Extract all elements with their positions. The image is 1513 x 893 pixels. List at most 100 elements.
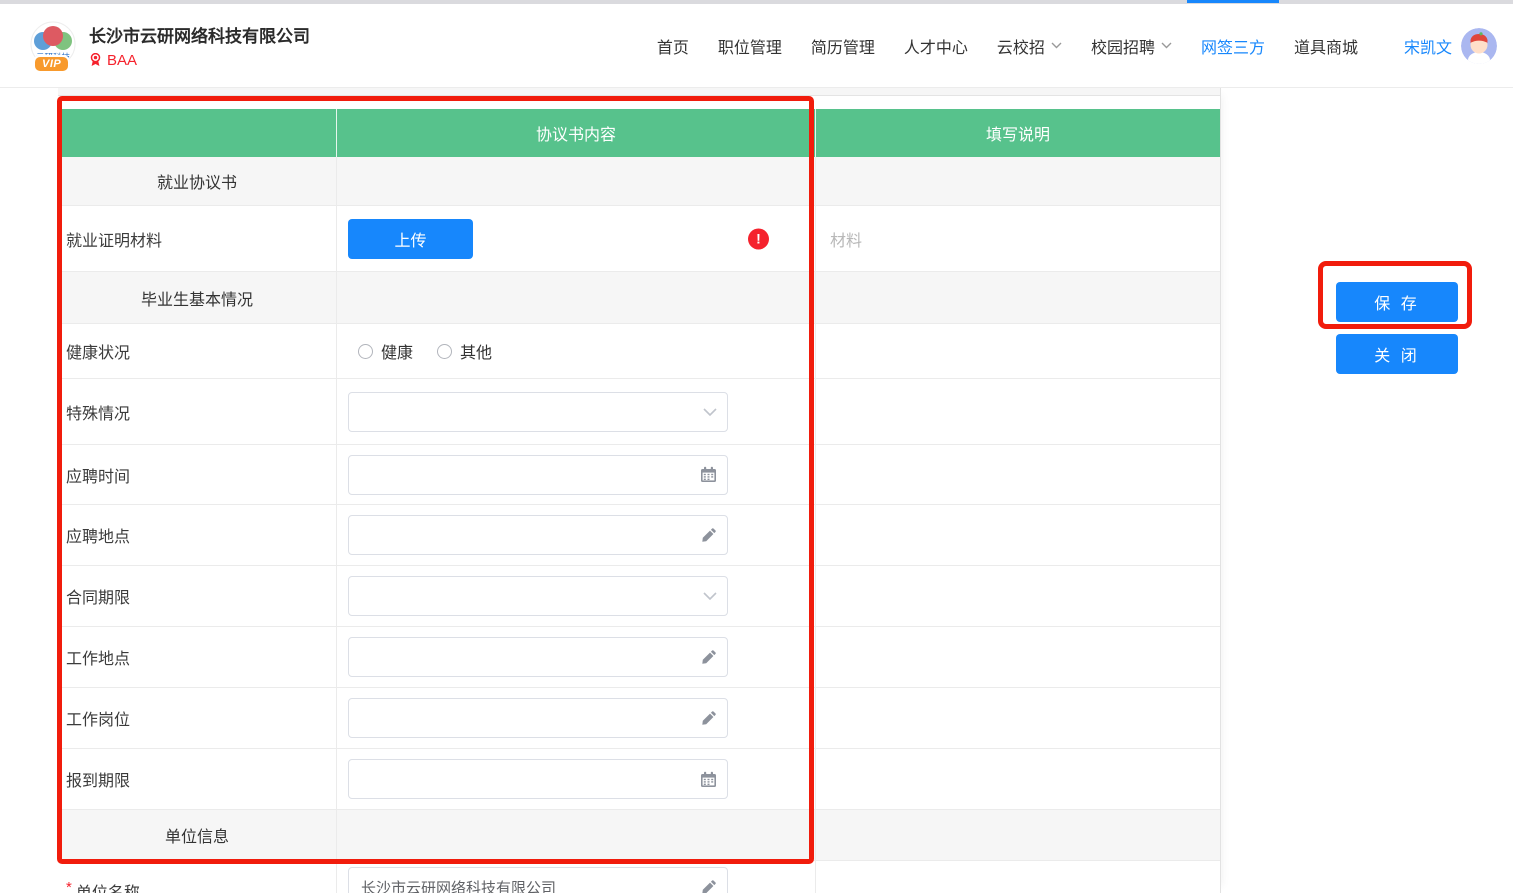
row-content-contract-term [337,566,816,626]
pencil-icon [701,710,717,726]
table-row-work-place: 工作地点 [58,627,1220,688]
row-label-text: 健康状况 [66,339,130,363]
row-label-text: 就业证明材料 [66,227,162,251]
contract-term-select-input[interactable] [348,576,728,616]
cert-badge-label: BAA [107,52,137,69]
nav-item-2[interactable]: 简历管理 [811,3,875,89]
row-label-text: 单位信息 [165,823,229,847]
row-label-text: 单位名称 [76,879,140,893]
row-label-graduate-basic-info: 毕业生基本情况 [58,272,337,323]
row-label-text: 应聘地点 [66,523,130,547]
save-button[interactable]: 保 存 [1336,282,1458,322]
table-row-employment-agreement: 就业协议书 [58,157,1220,206]
user-name[interactable]: 宋凯文 [1404,34,1452,58]
table-row-application-time: 应聘时间 [58,445,1220,505]
row-label-application-time: 应聘时间 [58,445,337,504]
row-label-work-place: 工作地点 [58,627,337,687]
nav-item-label: 职位管理 [718,34,782,58]
application-place-text-input[interactable] [348,515,728,555]
row-content-health-status: 健康 其他 [337,324,816,378]
section-note-cell [816,157,1220,205]
close-button[interactable]: 关 闭 [1336,334,1458,374]
health-status-option-0[interactable]: 健康 [358,339,413,363]
nav-item-label: 网签三方 [1201,34,1265,58]
user-block[interactable]: 宋凯文 [1404,28,1497,64]
nav-item-3[interactable]: 人才中心 [904,3,968,89]
fill-instruction-work-position [816,688,1220,748]
table-header-blank [58,109,337,157]
row-label-text: 工作岗位 [66,706,130,730]
nav-item-label: 简历管理 [811,34,875,58]
section-spacer [337,157,816,205]
nav-item-label: 人才中心 [904,34,968,58]
row-label-text: 应聘时间 [66,463,130,487]
work-place-text-input[interactable] [348,637,728,677]
company-name: 长沙市云研网络科技有限公司 [89,22,310,47]
row-label-health-status: 健康状况 [58,324,337,378]
fill-instruction-work-place [816,627,1220,687]
special-situation-select-input[interactable] [348,392,728,432]
radio-option-label: 健康 [381,339,413,363]
nav-item-4[interactable]: 云校招 [997,3,1062,89]
row-label-text: 合同期限 [66,584,130,608]
company-name-text-input[interactable]: 长沙市云研网络科技有限公司 [348,867,728,893]
row-label-employment-agreement: 就业协议书 [58,157,337,205]
chevron-down-icon [1051,42,1062,49]
nav-item-label: 云校招 [997,34,1045,58]
nav-item-5[interactable]: 校园招聘 [1091,3,1172,89]
nav-item-0[interactable]: 首页 [657,3,689,89]
report-deadline-date-input[interactable] [348,759,728,799]
row-label-text: 报到期限 [66,767,130,791]
radio-circle-icon[interactable] [437,344,452,359]
agreement-form-card: 协议书内容 填写说明 就业协议书就业证明材料上传!材料毕业生基本情况健康状况健康… [58,88,1221,893]
section-note-cell [816,272,1220,323]
calendar-icon [700,771,717,788]
row-label-application-place: 应聘地点 [58,505,337,565]
table-row-work-position: 工作岗位 [58,688,1220,749]
nav-item-6[interactable]: 网签三方 [1201,3,1265,89]
fill-instruction-contract-term [816,566,1220,626]
vip-badge: VIP [35,57,68,71]
chevron-down-icon [703,592,717,600]
company-logo: 云研科技 VIP [30,21,76,71]
row-content-work-position [337,688,816,748]
input-value: 长沙市云研网络科技有限公司 [361,877,556,893]
table-row-employment-proof-material: 就业证明材料上传!材料 [58,206,1220,272]
pencil-icon [701,879,717,893]
table-row-company-info: 单位信息 [58,810,1220,861]
nav-item-label: 首页 [657,34,689,58]
health-status-option-1[interactable]: 其他 [437,339,492,363]
nav-item-label: 道具商城 [1294,34,1358,58]
row-label-work-position: 工作岗位 [58,688,337,748]
fill-instruction-special-situation [816,379,1220,444]
table-header-agreement-content: 协议书内容 [337,109,816,157]
nav-menu: 首页 职位管理 简历管理 人才中心 云校招 校园招聘 网签三方 道具商城 [657,3,1358,89]
row-content-special-situation [337,379,816,444]
nav-item-7[interactable]: 道具商城 [1294,3,1358,89]
row-content-report-deadline [337,749,816,809]
clipped-row-above [58,88,1220,96]
row-label-text: 毕业生基本情况 [141,286,253,310]
required-marker: * [66,879,72,893]
section-note-cell [816,810,1220,860]
fill-instruction-application-place [816,505,1220,565]
pencil-icon [701,527,717,543]
header-gap [58,96,1220,109]
row-label-company-name: * 单位名称 [58,861,337,893]
table-row-company-name: * 单位名称 长沙市云研网络科技有限公司 [58,861,1220,893]
section-spacer [337,810,816,860]
row-label-text: 工作地点 [66,645,130,669]
work-position-text-input[interactable] [348,698,728,738]
row-label-special-situation: 特殊情况 [58,379,337,444]
radio-circle-icon[interactable] [358,344,373,359]
error-icon: ! [748,228,769,249]
employment-proof-material-upload-button[interactable]: 上传 [348,219,473,259]
application-time-date-input[interactable] [348,455,728,495]
radio-option-label: 其他 [460,339,492,363]
row-label-text: 特殊情况 [66,400,130,424]
table-row-graduate-basic-info: 毕业生基本情况 [58,272,1220,324]
table-row-application-place: 应聘地点 [58,505,1220,566]
row-label-text: 就业协议书 [157,169,237,193]
nav-item-1[interactable]: 职位管理 [718,3,782,89]
user-avatar[interactable] [1461,28,1497,64]
